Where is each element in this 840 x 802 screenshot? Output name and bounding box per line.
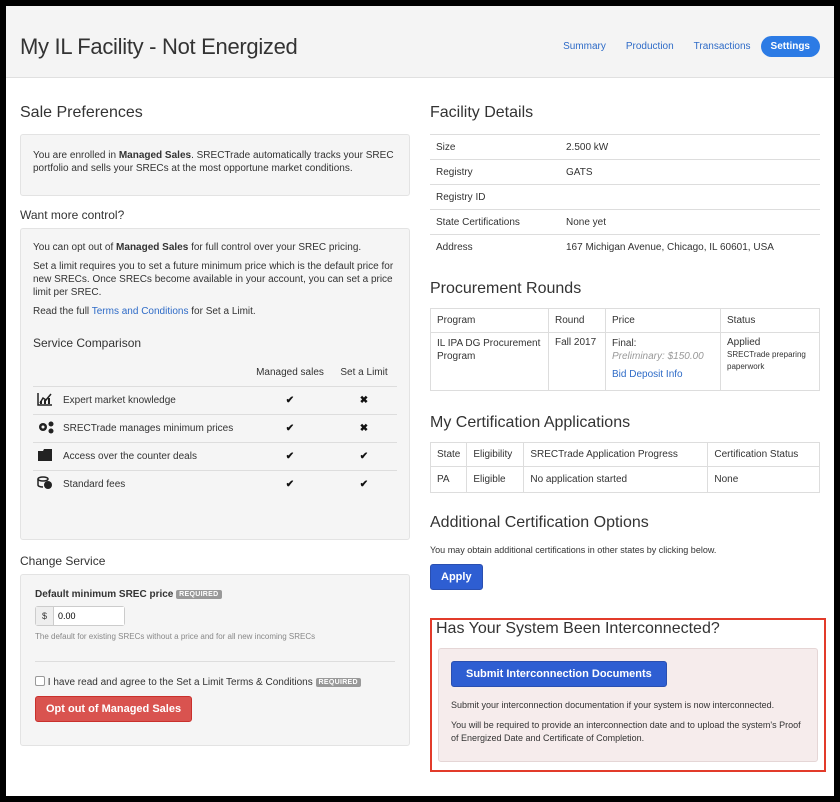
procurement-table: Program Round Price Status IL IPA DG Pro…: [430, 308, 820, 391]
service-label: Expert market knowledge: [63, 385, 249, 414]
terms-text: Read the full Terms and Conditions for S…: [33, 306, 256, 317]
change-service-heading: Change Service: [20, 554, 106, 568]
facility-details-table-wrap: Size 2.500 kW Registry GATS Registry ID St…: [430, 134, 820, 260]
table-row: State Certifications None yet: [430, 209, 820, 235]
tab-summary[interactable]: Summary: [553, 36, 616, 57]
cert-apps-table-wrap: State Eligibility SRECTrade Application …: [429, 442, 820, 493]
check-icon: ✔: [249, 441, 331, 470]
more-control-panel: You can opt out of Managed Sales for ful…: [20, 228, 410, 540]
table-row: IL IPA DG Procurement Program Fall 2017 …: [430, 332, 820, 391]
table-row: Registry GATS: [430, 159, 820, 185]
sale-preferences-panel: You are enrolled in Managed Sales. SRECT…: [20, 134, 410, 196]
required-badge: REQUIRED: [315, 678, 361, 687]
service-label: SRECTrade manages minimum prices: [63, 413, 249, 442]
facility-details-table: Size 2.500 kW Registry GATS Registry ID St…: [430, 134, 820, 260]
tab-transactions[interactable]: Transactions: [684, 36, 761, 57]
top-nav: Summary Production Transactions Settings: [553, 36, 820, 57]
additional-cert-text: You may obtain additional certifications…: [430, 545, 717, 555]
interconnect-panel: Submit Interconnection Documents Submit …: [438, 648, 818, 762]
col-program: Program: [430, 308, 549, 333]
table-row: Standard fees ✔ ✔: [33, 469, 397, 498]
procurement-table-wrap: Program Round Price Status IL IPA DG Pro…: [430, 308, 820, 391]
more-control-heading: Want more control?: [20, 208, 125, 222]
interconnect-text-2: You will be required to provide an inter…: [451, 720, 801, 743]
cert-apps-heading: My Certification Applications: [430, 414, 631, 431]
interconnect-text-1: Submit your interconnection documentatio…: [451, 700, 775, 710]
folder-icon: [33, 441, 63, 470]
cross-icon: ✖: [331, 413, 397, 442]
opt-out-text: You can opt out of Managed Sales for ful…: [33, 242, 362, 253]
col-status: Status: [720, 308, 820, 333]
sale-preferences-heading: Sale Preferences: [20, 104, 143, 121]
bid-deposit-link[interactable]: Bid Deposit Info: [612, 369, 683, 380]
app-frame: My IL Facility - Not Energized Summary P…: [6, 6, 834, 796]
sale-preferences-text: You are enrolled in Managed Sales. SRECT…: [33, 150, 394, 174]
agree-row: I have read and agree to the Set a Limit…: [35, 661, 395, 688]
col-price: Price: [605, 308, 721, 333]
price-help-text: The default for existing SRECs without a…: [35, 632, 316, 641]
interconnect-heading: Has Your System Been Interconnected?: [436, 620, 720, 637]
col-state: State: [429, 442, 468, 467]
col-set-a-limit: Set a Limit: [340, 367, 388, 379]
coins-icon: [33, 469, 63, 498]
table-row: Size 2.500 kW: [430, 134, 820, 160]
service-comparison-table: Managed sales Set a Limit Expert market …: [33, 360, 397, 498]
apply-button[interactable]: Apply: [430, 564, 483, 590]
check-icon: ✔: [249, 385, 331, 414]
terms-link[interactable]: Terms and Conditions: [92, 306, 189, 317]
procurement-heading: Procurement Rounds: [430, 280, 582, 297]
col-progress: SRECTrade Application Progress: [523, 442, 709, 467]
page-title: My IL Facility - Not Energized: [20, 34, 298, 59]
price-label: Default minimum SREC price: [35, 589, 174, 600]
col-managed-sales: Managed sales: [256, 367, 324, 379]
submit-interconnection-button[interactable]: Submit Interconnection Documents: [451, 661, 667, 687]
additional-cert-heading: Additional Certification Options: [430, 514, 649, 531]
col-eligibility: Eligibility: [466, 442, 525, 467]
check-icon: ✔: [249, 469, 331, 498]
col-round: Round: [548, 308, 606, 333]
required-badge: REQUIRED: [176, 590, 222, 599]
service-comparison-heading: Service Comparison: [33, 336, 142, 350]
service-label: Access over the counter deals: [63, 441, 249, 470]
table-row: Access over the counter deals ✔ ✔: [33, 441, 397, 470]
table-row: Registry ID: [430, 184, 820, 210]
chart-icon: [33, 385, 63, 414]
check-icon: ✔: [331, 441, 397, 470]
tab-settings[interactable]: Settings: [760, 36, 820, 57]
col-cert-status: Certification Status: [707, 442, 820, 467]
table-row: SRECTrade manages minimum prices ✔ ✖: [33, 413, 397, 442]
agree-label: I have read and agree to the Set a Limit…: [47, 677, 313, 688]
gears-icon: [33, 413, 63, 442]
change-service-panel: Default minimum SREC price REQUIRED $ Th…: [20, 574, 410, 746]
set-limit-text: Set a limit requires you to set a future…: [33, 261, 394, 298]
price-input-group: $: [35, 606, 125, 626]
page-header: My IL Facility - Not Energized Summary P…: [6, 6, 834, 78]
currency-addon: $: [36, 607, 54, 625]
table-row: Address 167 Michigan Avenue, Chicago, IL …: [430, 234, 820, 260]
table-row: PA Eligible No application started None: [429, 466, 820, 493]
table-row: Expert market knowledge ✔ ✖: [33, 385, 397, 414]
agree-checkbox[interactable]: [35, 676, 45, 686]
cert-apps-table: State Eligibility SRECTrade Application …: [429, 442, 820, 493]
cross-icon: ✖: [331, 385, 397, 414]
check-icon: ✔: [331, 469, 397, 498]
opt-out-button[interactable]: Opt out of Managed Sales: [35, 696, 193, 722]
service-label: Standard fees: [63, 469, 249, 498]
tab-production[interactable]: Production: [616, 36, 684, 57]
price-label-row: Default minimum SREC price REQUIRED: [35, 589, 395, 600]
check-icon: ✔: [249, 413, 331, 442]
facility-details-heading: Facility Details: [430, 104, 534, 121]
min-price-input[interactable]: [54, 607, 124, 625]
